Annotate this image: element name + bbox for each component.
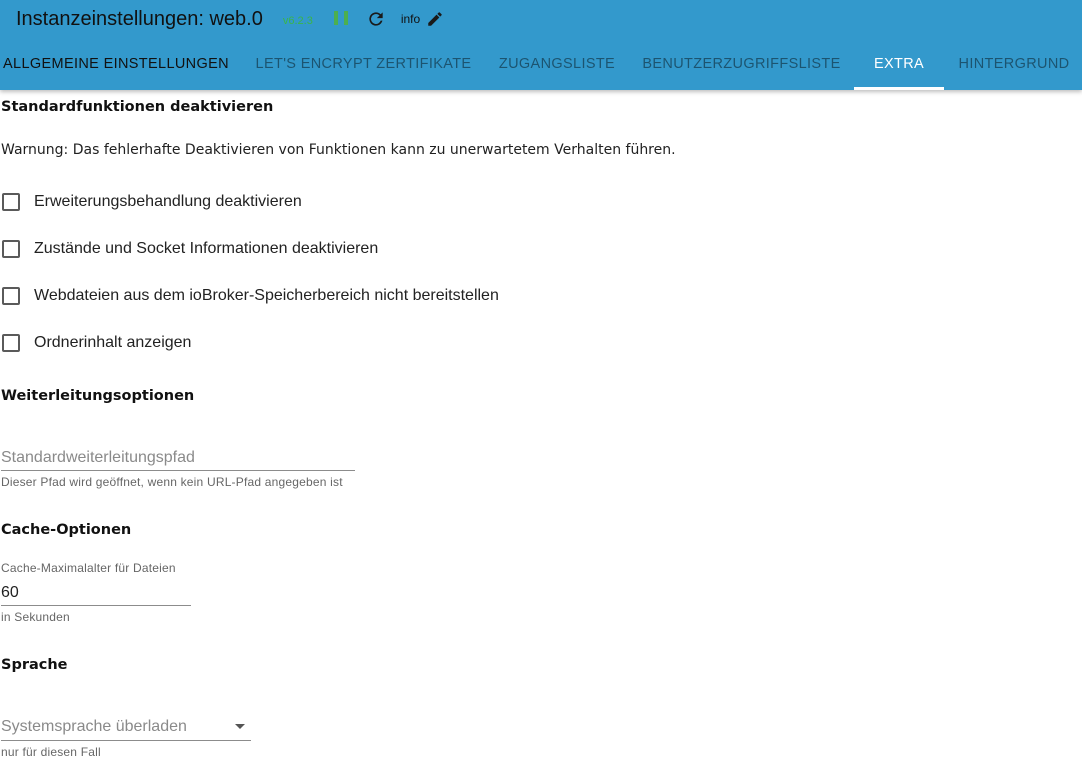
page-title: Instanzeinstellungen: web.0 xyxy=(16,7,263,30)
language-section-heading: Sprache xyxy=(1,657,68,673)
default-redirect-input[interactable] xyxy=(1,446,355,470)
disable-warning-text: Warnung: Das fehlerhafte Deaktivieren vo… xyxy=(1,142,676,158)
tab-hintergrund[interactable]: HINTERGRUND xyxy=(952,42,1076,87)
language-select-placeholder[interactable]: Systemsprache überladen xyxy=(1,718,187,736)
disable-section-heading: Standardfunktionen deaktivieren xyxy=(1,99,274,115)
cache-max-age-label: Cache-Maximalalter für Dateien xyxy=(1,561,176,575)
input-underline xyxy=(1,740,251,741)
checkbox-states-socket[interactable] xyxy=(2,240,20,258)
dropdown-arrow-icon[interactable] xyxy=(235,724,245,729)
default-redirect-helper: Dieser Pfad wird geöffnet, wenn kein URL… xyxy=(1,475,343,489)
checkbox-label[interactable]: Erweiterungsbehandlung deaktivieren xyxy=(34,193,302,211)
cache-max-age-input[interactable] xyxy=(1,581,191,605)
tab-benutzerzugriffsliste[interactable]: BENUTZERZUGRIFFSLISTE xyxy=(637,42,846,87)
cache-section-heading: Cache-Optionen xyxy=(1,522,132,538)
checkbox-row-extensions[interactable]: Erweiterungsbehandlung deaktivieren xyxy=(2,190,302,214)
checkbox-label[interactable]: Webdateien aus dem ioBroker-Speicherbere… xyxy=(34,287,499,305)
tab-lets-encrypt[interactable]: LET'S ENCRYPT ZERTIFIKATE xyxy=(250,42,477,87)
checkbox-label[interactable]: Zustände und Socket Informationen deakti… xyxy=(34,240,378,258)
checkbox-row-webfiles[interactable]: Webdateien aus dem ioBroker-Speicherbere… xyxy=(2,284,499,308)
language-select-field: Systemsprache überladen nur für diesen F… xyxy=(1,714,251,759)
default-redirect-field: Dieser Pfad wird geöffnet, wenn kein URL… xyxy=(1,446,355,489)
checkbox-webfiles[interactable] xyxy=(2,287,20,305)
version-label: v6.2.3 xyxy=(282,14,313,27)
cache-max-age-field: Cache-Maximalalter für Dateien in Sekund… xyxy=(1,561,191,624)
input-underline xyxy=(1,470,355,471)
checkbox-row-show-folder[interactable]: Ordnerinhalt anzeigen xyxy=(2,331,191,355)
extra-settings-panel: Standardfunktionen deaktivieren Warnung:… xyxy=(0,90,1082,759)
language-select-helper: nur für diesen Fall xyxy=(1,745,101,759)
reload-icon[interactable] xyxy=(366,9,386,29)
input-underline xyxy=(1,605,191,606)
title-row: Instanzeinstellungen: web.0 v6.2.3 info xyxy=(16,6,444,32)
info-link[interactable]: info xyxy=(401,12,420,26)
pause-icon[interactable] xyxy=(333,11,348,27)
checkbox-label[interactable]: Ordnerinhalt anzeigen xyxy=(34,334,191,352)
checkbox-show-folder[interactable] xyxy=(2,334,20,352)
checkbox-extensions[interactable] xyxy=(2,193,20,211)
tab-extra[interactable]: EXTRA xyxy=(854,42,944,87)
tab-zugangsliste[interactable]: ZUGANGSLISTE xyxy=(492,42,622,87)
checkbox-row-states-socket[interactable]: Zustände und Socket Informationen deakti… xyxy=(2,237,378,261)
tab-allgemeine-einstellungen[interactable]: ALLGEMEINE EINSTELLUNGEN xyxy=(0,42,232,87)
app-header: Instanzeinstellungen: web.0 v6.2.3 info … xyxy=(0,0,1082,90)
cache-max-age-helper: in Sekunden xyxy=(1,610,70,624)
settings-tabs: ALLGEMEINE EINSTELLUNGEN LET'S ENCRYPT Z… xyxy=(0,42,1082,90)
redirect-section-heading: Weiterleitungsoptionen xyxy=(1,388,195,404)
language-select[interactable]: Systemsprache überladen xyxy=(1,714,251,740)
edit-icon[interactable] xyxy=(426,10,444,28)
